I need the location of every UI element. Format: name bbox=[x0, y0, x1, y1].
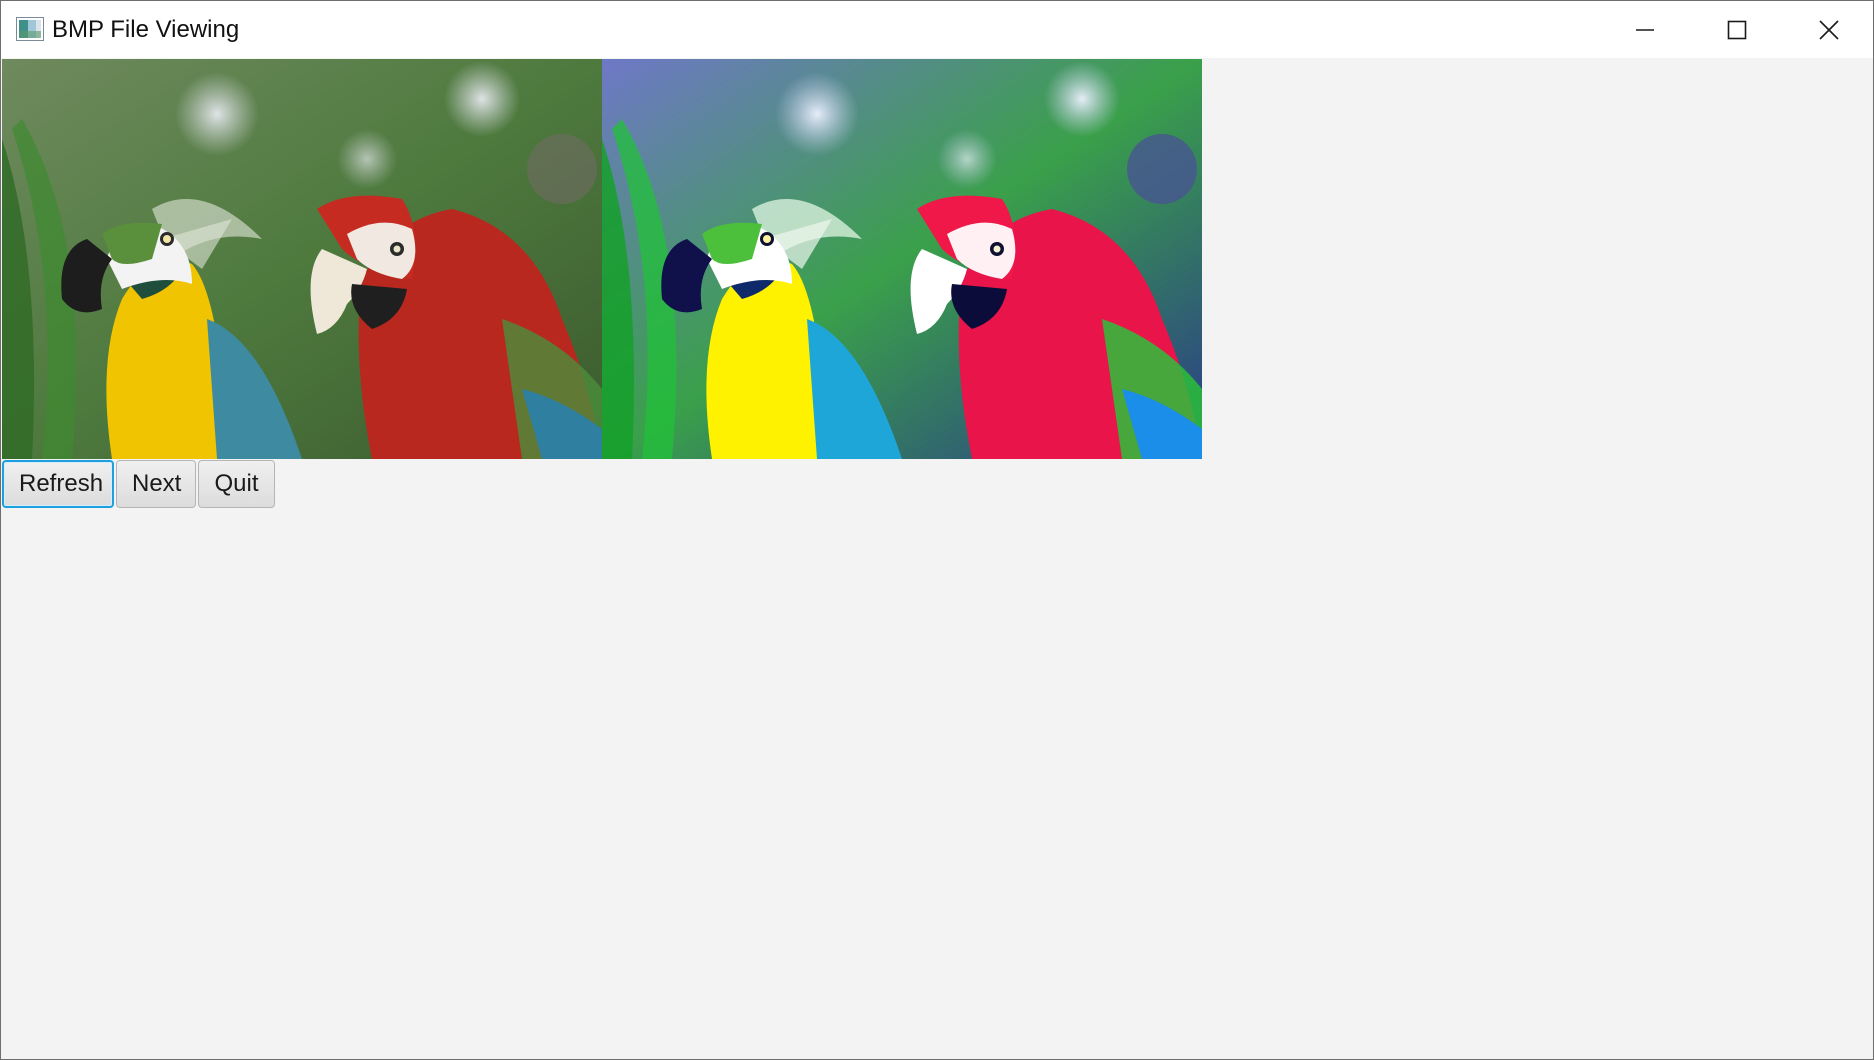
minimize-icon bbox=[1636, 28, 1654, 31]
quit-button[interactable]: Quit bbox=[198, 460, 275, 508]
image-display-area bbox=[2, 59, 1202, 459]
maximize-button[interactable] bbox=[1691, 1, 1783, 58]
next-button[interactable]: Next bbox=[116, 460, 196, 508]
window-title: BMP File Viewing bbox=[52, 16, 240, 43]
parrots-image-original bbox=[2, 59, 602, 459]
title-bar[interactable]: BMP File Viewing bbox=[1, 1, 1873, 58]
processed-bmp-image bbox=[602, 59, 1202, 459]
close-button[interactable] bbox=[1783, 1, 1873, 58]
refresh-button[interactable]: Refresh bbox=[2, 460, 114, 508]
parrots-image-processed bbox=[602, 59, 1202, 459]
button-bar: Refresh Next Quit bbox=[2, 460, 275, 510]
original-bmp-image bbox=[2, 59, 602, 459]
close-icon bbox=[1819, 19, 1839, 40]
maximize-icon bbox=[1727, 20, 1747, 39]
minimize-button[interactable] bbox=[1599, 1, 1691, 58]
app-icon bbox=[16, 17, 44, 41]
app-window: BMP File Viewing Refresh Next Quit bbox=[0, 0, 1874, 1060]
